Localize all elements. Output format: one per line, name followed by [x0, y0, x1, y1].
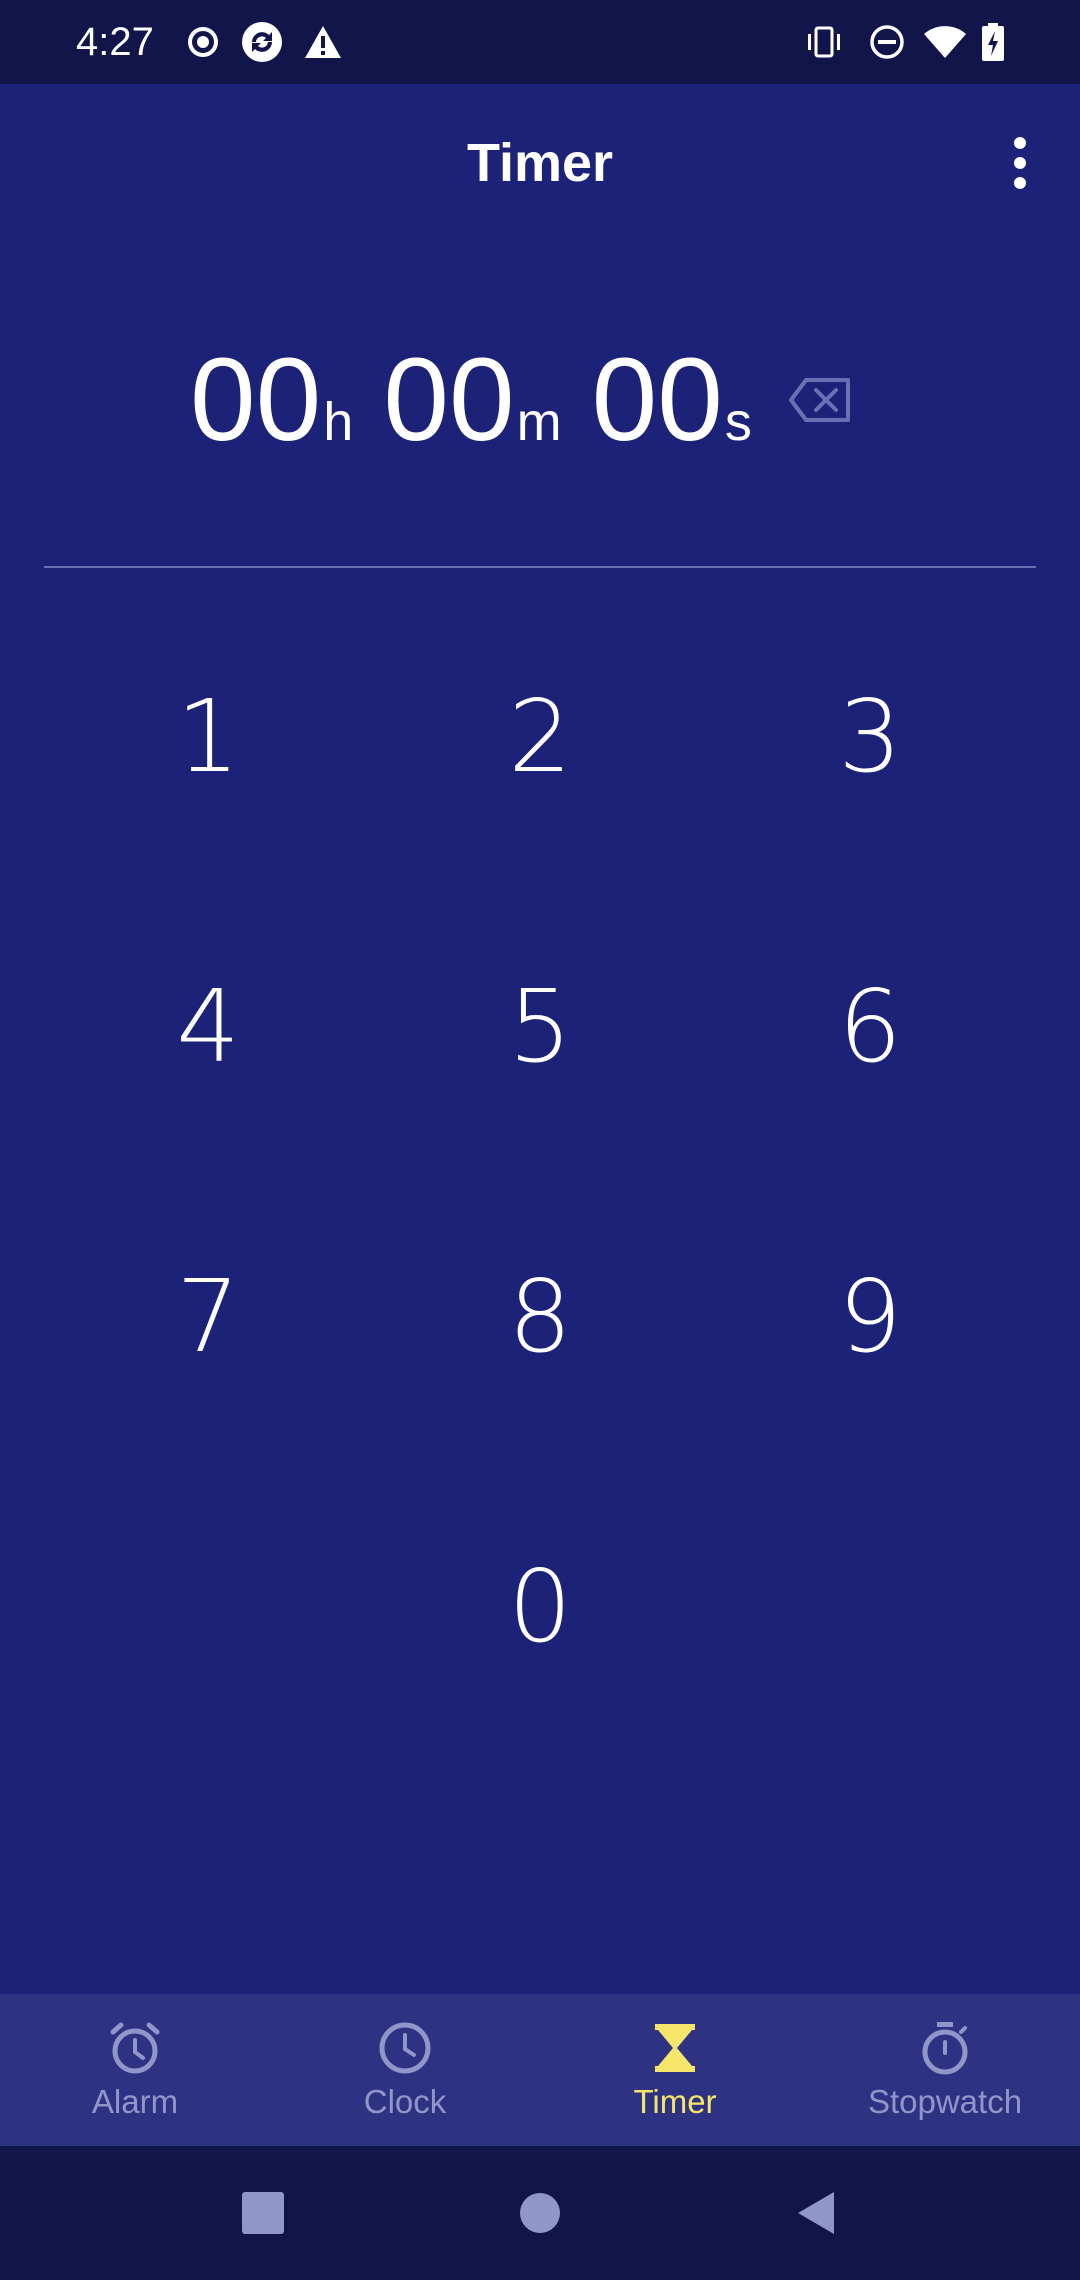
key-6[interactable]: 6 [770, 926, 970, 1126]
recents-icon[interactable] [238, 2188, 288, 2238]
do-not-disturb-icon [870, 25, 904, 59]
hours-unit: h [323, 392, 354, 452]
nav-item-clock[interactable]: Clock [270, 1994, 540, 2146]
nav-item-stopwatch[interactable]: Stopwatch [810, 1994, 1080, 2146]
stopwatch-icon [922, 2022, 968, 2075]
key-9[interactable]: 9 [770, 1216, 970, 1416]
nav-item-alarm[interactable]: Alarm [0, 1994, 270, 2146]
more-vert-icon [1014, 137, 1026, 149]
bottom-navigation: Alarm Clock Timer Stopwatch [0, 1994, 1080, 2146]
warning-icon [305, 26, 341, 58]
nav-label-timer: Timer [633, 2083, 717, 2120]
key-3[interactable]: 3 [770, 636, 970, 836]
more-options-button[interactable] [990, 128, 1050, 198]
key-7[interactable]: 7 [108, 1216, 308, 1416]
record-icon [188, 27, 218, 57]
seconds-value: 00 [591, 334, 723, 466]
key-4[interactable]: 4 [108, 926, 308, 1126]
backspace-icon[interactable] [788, 376, 852, 424]
nav-label-stopwatch: Stopwatch [867, 2083, 1023, 2120]
key-0[interactable]: 0 [440, 1506, 640, 1706]
clock-icon [379, 2022, 431, 2074]
nav-label-alarm: Alarm [91, 2083, 179, 2120]
battery-charging-icon [982, 23, 1004, 61]
minutes-value: 00 [383, 334, 515, 466]
timer-display: 00 h 00 m 00 s [190, 330, 752, 470]
status-time: 4:27 [76, 20, 154, 64]
timer-screen: 4:27 Timer 00 h 00 m 00 s 1 2 3 4 5 6 7 … [0, 0, 1080, 2280]
system-navigation-bar [0, 2146, 1080, 2280]
hours-value: 00 [190, 334, 322, 466]
vibrate-icon [808, 26, 840, 58]
sync-icon [242, 22, 282, 62]
alarm-icon [110, 2022, 160, 2074]
home-icon[interactable] [515, 2188, 565, 2238]
seconds-unit: s [724, 392, 752, 452]
nav-label-clock: Clock [363, 2083, 447, 2120]
key-5[interactable]: 5 [440, 926, 640, 1126]
nav-item-timer[interactable]: Timer [540, 1994, 810, 2146]
key-8[interactable]: 8 [440, 1216, 640, 1416]
minutes-unit: m [516, 392, 562, 452]
key-2[interactable]: 2 [440, 636, 640, 836]
status-bar: 4:27 [0, 0, 1080, 84]
page-title: Timer [466, 133, 614, 193]
hourglass-icon [655, 2024, 695, 2072]
back-icon[interactable] [792, 2188, 842, 2238]
divider [44, 566, 1036, 568]
wifi-icon [924, 26, 966, 58]
key-1[interactable]: 1 [108, 636, 308, 836]
